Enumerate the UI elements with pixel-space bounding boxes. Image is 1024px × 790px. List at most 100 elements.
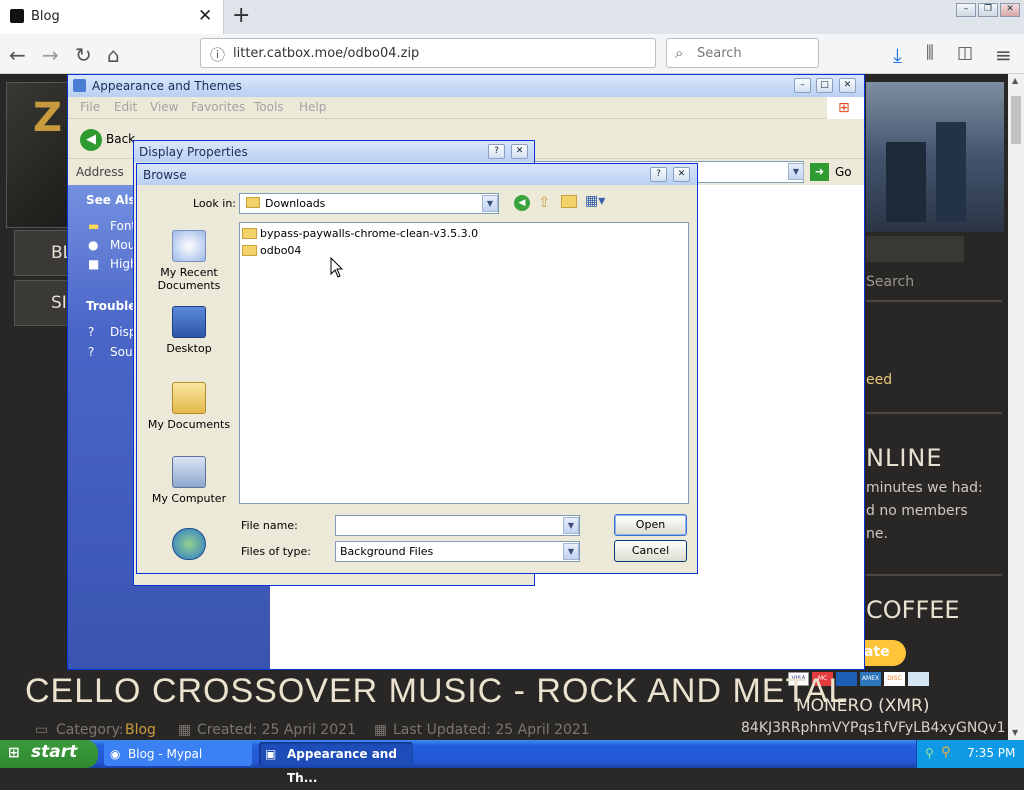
browse-titlebar[interactable]: Browse ? ✕ xyxy=(137,164,697,185)
online-text: d no members xyxy=(866,503,968,519)
divider xyxy=(866,574,1002,576)
library-icon[interactable]: ⫼ xyxy=(926,43,934,63)
donate-button[interactable]: ate xyxy=(862,640,906,666)
file-type-select[interactable]: Background Files ▼ xyxy=(335,541,580,562)
back-icon[interactable]: ◀ xyxy=(514,195,530,211)
up-folder-icon[interactable]: ⇧ xyxy=(538,193,551,211)
page-info-icon[interactable]: ⓘ xyxy=(210,44,225,65)
network-icon[interactable]: ⚲ xyxy=(925,746,934,760)
reload-icon[interactable]: ↻ xyxy=(75,43,92,67)
site-nav-item[interactable]: SI xyxy=(14,280,70,326)
list-item[interactable]: odbo04 xyxy=(242,243,342,259)
view-menu-icon[interactable]: ▦▾ xyxy=(585,193,605,209)
help-button[interactable]: ? xyxy=(650,167,667,182)
troubleshoot-sound[interactable]: Sou xyxy=(110,345,133,359)
my-computer-icon xyxy=(172,456,206,488)
windows-logo-icon: ⊞ xyxy=(827,97,864,119)
site-search-button[interactable]: Search xyxy=(866,274,914,290)
scroll-down-icon[interactable]: ▼ xyxy=(1012,728,1018,737)
look-in-dropdown[interactable]: ▼ xyxy=(482,195,498,212)
menu-favorites[interactable]: Favorites xyxy=(191,100,245,114)
back-icon[interactable]: ◀ xyxy=(80,129,102,151)
navigation-toolbar: ← → ↻ ⌂ ⓘ litter.catbox.moe/odbo04.zip ⌕… xyxy=(0,34,1024,74)
maximize-button[interactable]: □ xyxy=(816,78,833,93)
online-heading: NLINE xyxy=(866,444,943,472)
scroll-thumb[interactable] xyxy=(1011,96,1021,144)
windows-flag-glyph: ⊞ xyxy=(838,100,850,116)
category-link[interactable]: Blog xyxy=(125,722,156,738)
menu-edit[interactable]: Edit xyxy=(114,100,137,114)
file-type-label: Files of type: xyxy=(241,545,312,558)
help-button[interactable]: ? xyxy=(488,144,505,159)
file-type-dropdown[interactable]: ▼ xyxy=(563,543,579,560)
menu-tools[interactable]: Tools xyxy=(254,100,284,114)
place-recent-documents[interactable]: My Recent Documents xyxy=(139,230,239,292)
page-scrollbar[interactable]: ▲ ▼ xyxy=(1008,74,1024,740)
file-list[interactable]: bypass-paywalls-chrome-clean-v3.5.3.0 od… xyxy=(239,222,689,504)
city-banner-image xyxy=(866,82,1004,232)
place-my-computer[interactable]: My Computer xyxy=(139,456,239,505)
list-item[interactable]: bypass-paywalls-chrome-clean-v3.5.3.0 xyxy=(242,226,492,242)
minimize-button[interactable]: – xyxy=(794,78,811,93)
go-arrow-icon[interactable]: ➜ xyxy=(810,163,829,181)
file-name: bypass-paywalls-chrome-clean-v3.5.3.0 xyxy=(260,227,479,240)
address-label: Address xyxy=(76,165,124,179)
close-button[interactable]: ✕ xyxy=(511,144,528,159)
taskbar-item-blog[interactable]: ◉ Blog - Mypal xyxy=(104,742,252,766)
windows-logo-icon: ⊞ xyxy=(8,745,20,761)
file-name-label: File name: xyxy=(241,519,298,532)
taskbar-item-appearance[interactable]: ▣ Appearance and Th... xyxy=(259,742,413,785)
category-label: Category: xyxy=(56,722,124,738)
place-network[interactable] xyxy=(139,528,239,564)
search-input[interactable]: ⌕ Search xyxy=(666,38,819,68)
dialog-title: Browse xyxy=(143,168,187,182)
see-also-mouse[interactable]: Mou xyxy=(110,238,135,252)
close-button[interactable]: ✕ xyxy=(673,167,690,182)
new-folder-icon[interactable] xyxy=(561,195,577,208)
file-name-dropdown[interactable]: ▼ xyxy=(563,517,579,534)
display-properties-titlebar[interactable]: Display Properties ? ✕ xyxy=(134,141,534,162)
menu-file[interactable]: File xyxy=(80,100,100,114)
home-icon[interactable]: ⌂ xyxy=(107,43,120,67)
control-panel-icon xyxy=(73,79,86,92)
downloads-icon[interactable]: ⤓ xyxy=(893,43,902,67)
menu-help[interactable]: Help xyxy=(299,100,326,114)
back-button[interactable]: Back xyxy=(106,132,135,146)
browser-tab[interactable]: Blog ✕ xyxy=(0,0,224,34)
site-search-input[interactable] xyxy=(866,236,964,262)
start-label: start xyxy=(31,742,78,762)
tab-close-icon[interactable]: ✕ xyxy=(198,6,212,26)
window-title: Appearance and Themes xyxy=(92,79,242,93)
go-button[interactable]: Go xyxy=(835,165,852,179)
minimize-button[interactable]: – xyxy=(956,3,976,17)
close-window-button[interactable]: ✕ xyxy=(1000,3,1020,17)
site-nav-item[interactable]: BLO xyxy=(14,230,85,276)
forward-arrow-icon[interactable]: → xyxy=(42,43,59,67)
back-arrow-icon[interactable]: ← xyxy=(9,43,26,67)
address-bar[interactable]: ⓘ litter.catbox.moe/odbo04.zip xyxy=(200,38,656,68)
online-text: ne. xyxy=(866,526,888,542)
look-in-select[interactable]: Downloads ▼ xyxy=(239,193,499,214)
search-icon: ⌕ xyxy=(675,44,684,62)
file-name-input[interactable]: ▼ xyxy=(335,515,580,536)
feed-link[interactable]: eed xyxy=(866,372,892,388)
menu-icon[interactable]: ≡ xyxy=(995,43,1012,67)
help-icon: ? xyxy=(88,325,95,339)
tab-strip: Blog ✕ + – ❐ ✕ xyxy=(0,0,1024,34)
scroll-up-icon[interactable]: ▲ xyxy=(1012,76,1018,85)
search-icon[interactable]: ⚲ xyxy=(941,745,951,760)
sidebar-icon[interactable]: ◫ xyxy=(957,43,973,63)
cancel-button[interactable]: Cancel xyxy=(614,540,687,562)
maximize-button[interactable]: ❐ xyxy=(978,3,998,17)
new-tab-button[interactable]: + xyxy=(232,3,250,28)
address-dropdown[interactable]: ▼ xyxy=(788,163,804,180)
place-desktop[interactable]: Desktop xyxy=(139,306,239,355)
mouse-cursor-icon xyxy=(330,257,344,278)
close-button[interactable]: ✕ xyxy=(839,78,856,93)
appearance-titlebar[interactable]: Appearance and Themes – □ ✕ xyxy=(68,75,864,97)
place-my-documents[interactable]: My Documents xyxy=(139,382,239,431)
open-button[interactable]: Open xyxy=(614,514,687,536)
start-button[interactable]: ⊞ start xyxy=(0,740,98,768)
taskbar: ⊞ start ◉ Blog - Mypal ▣ Appearance and … xyxy=(0,740,1024,785)
menu-view[interactable]: View xyxy=(150,100,178,114)
